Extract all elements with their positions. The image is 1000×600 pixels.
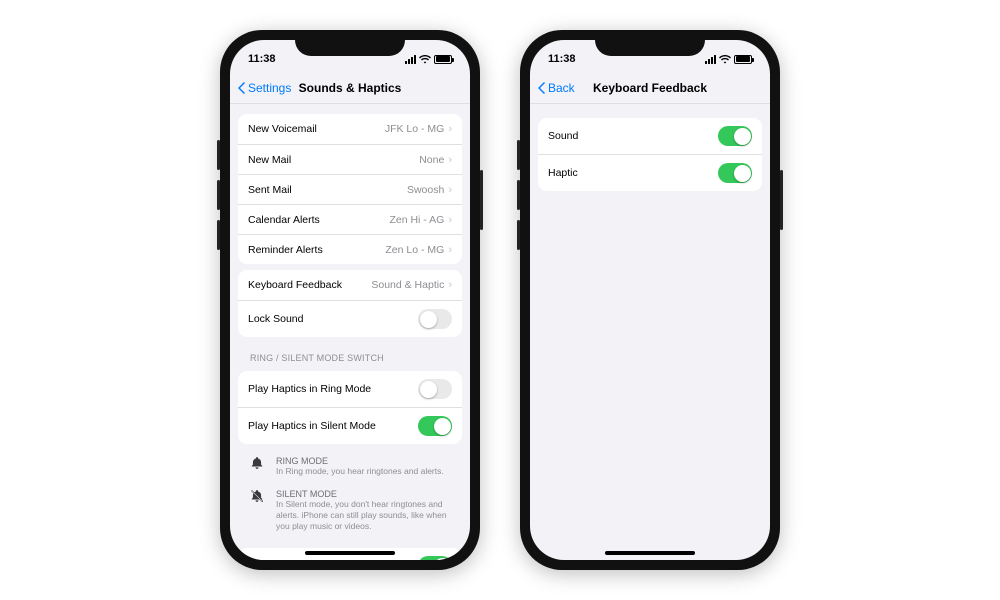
ring-mode-desc: In Ring mode, you hear ringtones and ale… xyxy=(276,466,444,477)
notch xyxy=(295,30,405,56)
row-label: Sent Mail xyxy=(248,184,292,196)
lock-sound-toggle[interactable] xyxy=(418,309,452,329)
ring-mode-title: RING MODE xyxy=(276,456,444,466)
row-label: New Voicemail xyxy=(248,123,317,135)
system-haptics-toggle[interactable] xyxy=(418,556,452,560)
chevron-right-icon: › xyxy=(448,184,452,196)
cellular-icon xyxy=(405,55,416,64)
row-value: None xyxy=(419,154,444,166)
page-title: Keyboard Feedback xyxy=(593,81,707,95)
home-indicator[interactable] xyxy=(305,551,395,555)
silent-mode-desc: In Silent mode, you don't hear ringtones… xyxy=(276,499,450,532)
row-lock-sound: Lock Sound xyxy=(238,300,462,337)
status-time: 11:38 xyxy=(548,53,576,65)
row-new-voicemail[interactable]: New Voicemail JFK Lo - MG› xyxy=(238,114,462,144)
bell-icon xyxy=(250,456,266,477)
row-label: Play Haptics in Silent Mode xyxy=(248,420,376,432)
silent-mode-title: SILENT MODE xyxy=(276,489,450,499)
page-title: Sounds & Haptics xyxy=(299,81,402,95)
row-calendar-alerts[interactable]: Calendar Alerts Zen Hi - AG › xyxy=(238,204,462,234)
notch xyxy=(595,30,705,56)
content-scroll[interactable]: Sound Haptic xyxy=(530,104,770,560)
nav-bar: Settings Sounds & Haptics xyxy=(230,72,470,104)
row-new-mail[interactable]: New Mail None › xyxy=(238,144,462,174)
row-sound: Sound xyxy=(538,118,762,154)
row-haptics-ring: Play Haptics in Ring Mode xyxy=(238,371,462,407)
row-label: Reminder Alerts xyxy=(248,244,323,256)
row-value: Zen Hi - AG xyxy=(389,214,444,226)
screen-right: 11:38 Back Keyboard Feedback Sound Ha xyxy=(530,40,770,560)
chevron-left-icon xyxy=(538,82,546,94)
row-value: Swoosh xyxy=(407,184,444,196)
wifi-icon xyxy=(719,55,731,64)
alerts-group: New Voicemail JFK Lo - MG› New Mail None… xyxy=(238,114,462,264)
status-time: 11:38 xyxy=(248,53,276,65)
ring-silent-header: RING / SILENT MODE SWITCH xyxy=(238,343,462,365)
row-keyboard-feedback[interactable]: Keyboard Feedback Sound & Haptic › xyxy=(238,270,462,300)
back-button[interactable]: Back xyxy=(538,81,575,95)
ring-mode-info: RING MODE In Ring mode, you hear rington… xyxy=(238,450,462,483)
row-reminder-alerts[interactable]: Reminder Alerts Zen Lo - MG › xyxy=(238,234,462,264)
ring-silent-group: Play Haptics in Ring Mode Play Haptics i… xyxy=(238,371,462,444)
cellular-icon xyxy=(705,55,716,64)
battery-icon xyxy=(734,55,752,64)
row-haptics-silent: Play Haptics in Silent Mode xyxy=(238,407,462,444)
chevron-right-icon: › xyxy=(448,154,452,166)
chevron-right-icon: › xyxy=(448,279,452,291)
chevron-right-icon: › xyxy=(448,244,452,256)
status-icons xyxy=(705,55,752,64)
haptic-toggle[interactable] xyxy=(718,163,752,183)
row-value: Zen Lo - MG xyxy=(385,244,444,256)
row-label: Sound xyxy=(548,130,578,142)
row-value: Sound & Haptic xyxy=(371,279,444,291)
keyboard-feedback-group: Sound Haptic xyxy=(538,118,762,191)
row-label: Play Haptics in Ring Mode xyxy=(248,383,371,395)
phone-frame-left: 11:38 Settings Sounds & Haptics New Voic… xyxy=(220,30,480,570)
battery-icon xyxy=(434,55,452,64)
chevron-left-icon xyxy=(238,82,246,94)
chevron-right-icon: › xyxy=(448,214,452,226)
row-value: JFK Lo - MG xyxy=(385,123,445,135)
back-button[interactable]: Settings xyxy=(238,81,291,95)
row-haptic: Haptic xyxy=(538,154,762,191)
chevron-right-icon: › xyxy=(448,123,452,135)
row-label: Calendar Alerts xyxy=(248,214,320,226)
back-label: Settings xyxy=(248,81,291,95)
content-scroll[interactable]: New Voicemail JFK Lo - MG› New Mail None… xyxy=(230,104,470,560)
bell-slash-icon xyxy=(250,489,266,532)
sound-toggle[interactable] xyxy=(718,126,752,146)
row-label: New Mail xyxy=(248,154,291,166)
row-label: Keyboard Feedback xyxy=(248,279,342,291)
row-label: Haptic xyxy=(548,167,578,179)
row-sent-mail[interactable]: Sent Mail Swoosh › xyxy=(238,174,462,204)
haptics-ring-toggle[interactable] xyxy=(418,379,452,399)
screen-left: 11:38 Settings Sounds & Haptics New Voic… xyxy=(230,40,470,560)
status-icons xyxy=(405,55,452,64)
silent-mode-info: SILENT MODE In Silent mode, you don't he… xyxy=(238,483,462,538)
haptics-silent-toggle[interactable] xyxy=(418,416,452,436)
feedback-group: Keyboard Feedback Sound & Haptic › Lock S… xyxy=(238,270,462,337)
home-indicator[interactable] xyxy=(605,551,695,555)
back-label: Back xyxy=(548,81,575,95)
nav-bar: Back Keyboard Feedback xyxy=(530,72,770,104)
row-label: Lock Sound xyxy=(248,313,303,325)
wifi-icon xyxy=(419,55,431,64)
phone-frame-right: 11:38 Back Keyboard Feedback Sound Ha xyxy=(520,30,780,570)
